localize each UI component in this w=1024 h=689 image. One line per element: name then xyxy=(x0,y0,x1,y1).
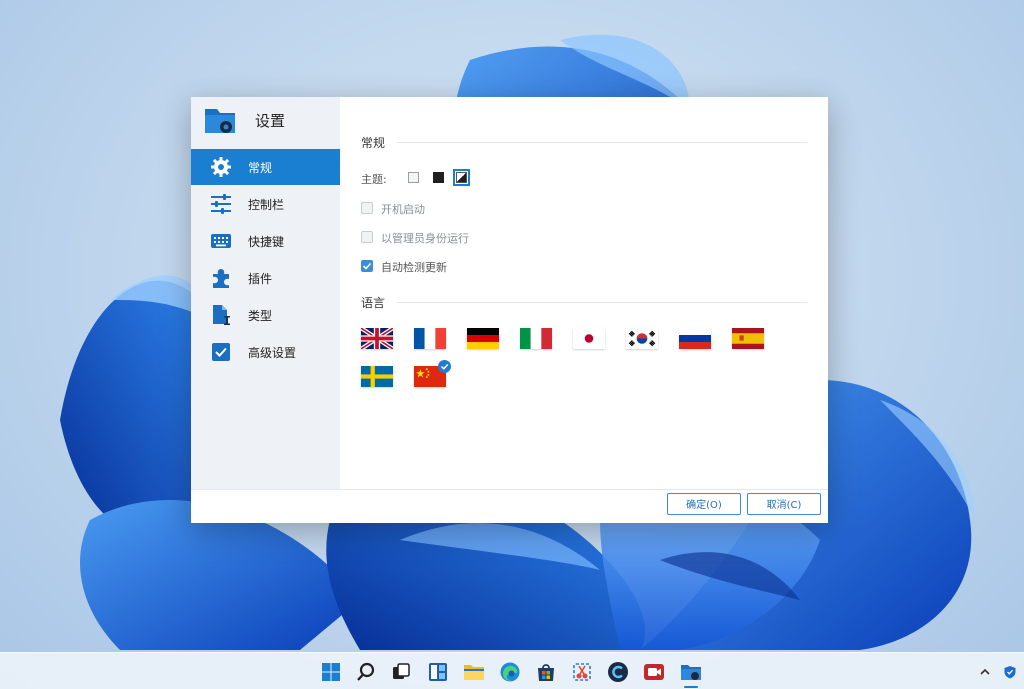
auto-update-option[interactable]: 自动检测更新 xyxy=(361,259,481,275)
sidebar-item-general[interactable]: 常规 xyxy=(191,149,340,185)
run-as-admin-checkbox[interactable] xyxy=(361,231,373,243)
theme-label: 主题: xyxy=(361,173,387,186)
autostart-label: 开机启动 xyxy=(381,203,425,216)
theme-auto-option[interactable] xyxy=(453,169,470,186)
japan-flag-icon xyxy=(573,328,605,349)
sidebar-item-shortcuts[interactable]: 快捷键 xyxy=(191,223,340,259)
spain-flag-icon xyxy=(732,328,764,349)
ok-button[interactable]: 确定(O) xyxy=(667,493,741,515)
sidebar-item-label: 类型 xyxy=(248,309,273,323)
sidebar-item-plugins[interactable]: 插件 xyxy=(191,260,340,296)
settings-app-icon[interactable] xyxy=(680,661,702,683)
app-header: 设置 xyxy=(191,97,340,144)
theme-light-option[interactable] xyxy=(408,172,419,183)
file-type-icon xyxy=(213,305,230,325)
sidebar-item-label: 控制栏 xyxy=(248,198,285,212)
checkbox-icon xyxy=(212,343,230,361)
uk-flag[interactable] xyxy=(361,328,393,349)
selected-check-icon xyxy=(438,360,451,373)
sidebar-item-label: 高级设置 xyxy=(248,346,297,360)
sidebar: 设置 常规 控制栏 快捷键 插件 类型 高级设置 xyxy=(191,97,340,489)
windows-start-icon[interactable] xyxy=(320,661,342,683)
app-logo-icon xyxy=(205,109,235,133)
taskbar xyxy=(0,652,1024,689)
section-divider xyxy=(397,142,807,143)
japan-flag[interactable] xyxy=(573,328,605,349)
keyboard-icon xyxy=(211,234,231,248)
italy-flag[interactable] xyxy=(520,328,552,349)
language-section-title: 语言 xyxy=(361,296,386,310)
puzzle-icon xyxy=(213,269,229,288)
sweden-flag-icon xyxy=(361,366,393,387)
gear-icon xyxy=(211,157,231,177)
widgets-icon[interactable] xyxy=(427,661,449,683)
desktop: 设置 常规 控制栏 快捷键 插件 类型 高级设置 常规 主题: 开机启动 以管理… xyxy=(0,0,1024,689)
france-flag[interactable] xyxy=(414,328,446,349)
korea-flag-icon xyxy=(626,328,658,349)
theme-dark-option[interactable] xyxy=(433,172,444,183)
chevron-up-icon[interactable] xyxy=(978,665,992,679)
run-as-admin-option[interactable]: 以管理员身份运行 xyxy=(361,230,501,246)
sidebar-item-label: 常规 xyxy=(248,161,273,175)
italy-flag-icon xyxy=(520,328,552,349)
sidebar-item-label: 插件 xyxy=(248,272,273,286)
auto-update-checkbox[interactable] xyxy=(361,260,373,272)
file-explorer-icon[interactable] xyxy=(463,661,485,683)
window-title: 设置 xyxy=(255,112,286,130)
edge-icon[interactable] xyxy=(499,661,521,683)
russia-flag-icon xyxy=(679,328,711,349)
russia-flag[interactable] xyxy=(679,328,711,349)
korea-flag[interactable] xyxy=(626,328,658,349)
autostart-checkbox[interactable] xyxy=(361,202,373,214)
settings-window: 设置 常规 控制栏 快捷键 插件 类型 高级设置 常规 主题: 开机启动 以管理… xyxy=(191,97,828,523)
active-app-indicator xyxy=(684,686,698,688)
sidebar-item-label: 快捷键 xyxy=(248,235,285,249)
sliders-icon xyxy=(211,194,231,214)
ccleaner-icon[interactable] xyxy=(607,661,629,683)
search-icon[interactable] xyxy=(355,661,377,683)
content-panel: 常规 主题: 开机启动 以管理员身份运行 自动检测更新 语言 xyxy=(340,97,828,489)
spain-flag[interactable] xyxy=(732,328,764,349)
snipping-tool-icon[interactable] xyxy=(571,661,593,683)
germany-flag-icon xyxy=(467,328,499,349)
task-view-icon[interactable] xyxy=(390,661,412,683)
sweden-flag[interactable] xyxy=(361,366,393,387)
recorder-icon[interactable] xyxy=(643,661,665,683)
shield-icon[interactable] xyxy=(1003,665,1017,679)
auto-update-label: 自动检测更新 xyxy=(381,261,447,274)
general-section-title: 常规 xyxy=(361,136,386,150)
sidebar-item-types[interactable]: 类型 xyxy=(191,297,340,333)
store-icon[interactable] xyxy=(535,661,557,683)
sidebar-item-advanced[interactable]: 高级设置 xyxy=(191,334,340,370)
autostart-option[interactable]: 开机启动 xyxy=(361,201,481,217)
run-as-admin-label: 以管理员身份运行 xyxy=(381,232,469,245)
sidebar-item-controlbar[interactable]: 控制栏 xyxy=(191,186,340,222)
check-icon xyxy=(362,262,372,270)
section-divider xyxy=(397,302,807,303)
france-flag-icon xyxy=(414,328,446,349)
cancel-button[interactable]: 取消(C) xyxy=(747,493,821,515)
germany-flag[interactable] xyxy=(467,328,499,349)
uk-flag-icon xyxy=(361,328,393,349)
